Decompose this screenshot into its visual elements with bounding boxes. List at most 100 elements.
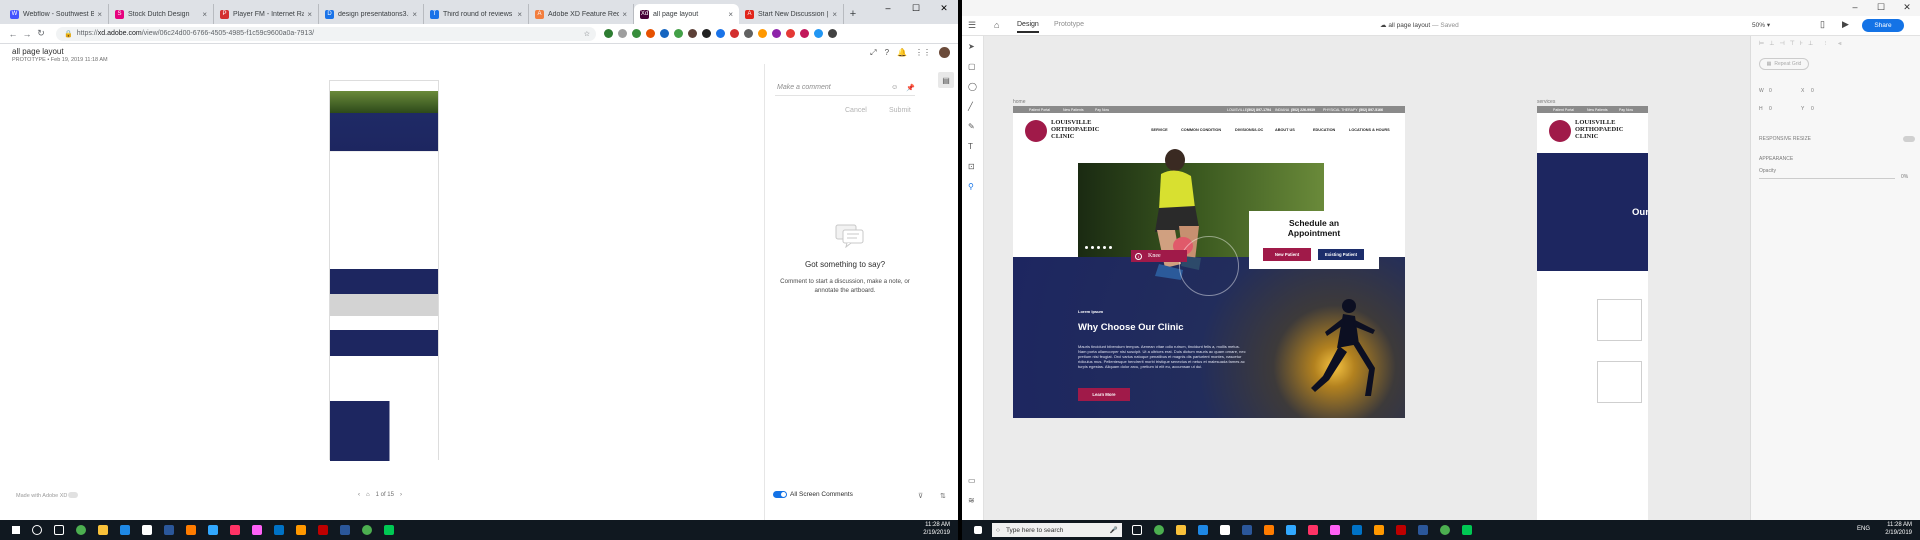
nav-item[interactable]: COMMON CONDITION (1181, 128, 1221, 132)
help-icon[interactable]: ? (885, 48, 889, 57)
filter-icon[interactable]: ⊽ (918, 492, 923, 500)
xd-icon[interactable] (1330, 525, 1340, 535)
chrome-icon[interactable] (1440, 525, 1450, 535)
artboard-label-home[interactable]: home (1013, 99, 1026, 105)
knee-tag[interactable]: i Knee (1131, 250, 1187, 262)
layers-icon[interactable]: ≋ (968, 496, 975, 505)
select-tool-icon[interactable]: ➤ (968, 42, 975, 51)
fullscreen-icon[interactable]: ⤢ (870, 48, 876, 58)
top-link[interactable]: New Patients (1063, 108, 1084, 112)
indesign-icon[interactable] (230, 525, 240, 535)
tab-close-icon[interactable]: × (307, 10, 312, 19)
url-input[interactable]: 🔒 https://xd.adobe.com/view/06c24d00-676… (56, 26, 596, 41)
chrome-icon[interactable] (1154, 525, 1164, 535)
file-explorer-icon[interactable] (1176, 525, 1186, 535)
zoom-level[interactable]: 50% ▾ (1752, 21, 1770, 29)
extension-icon[interactable] (702, 29, 711, 38)
all-screen-comments[interactable]: All Screen Comments (773, 491, 853, 498)
microphone-icon[interactable]: 🎤 (1110, 526, 1118, 534)
extension-icon[interactable] (604, 29, 613, 38)
repeat-grid-button[interactable]: ▦ Repeat Grid (1759, 58, 1809, 70)
tab-close-icon[interactable]: × (832, 10, 837, 19)
avatar[interactable] (939, 47, 950, 58)
artboard-services[interactable]: Patient Portal New Patients Pay Now LOUI… (1537, 106, 1648, 271)
browser-tab[interactable]: T Third round of reviews - Dr× (424, 4, 529, 24)
notification-bell-icon[interactable]: 🔔 (897, 48, 907, 57)
filezilla-icon[interactable] (1396, 525, 1406, 535)
responsive-resize-toggle[interactable] (1903, 136, 1915, 142)
opacity-value[interactable]: 0% (1901, 174, 1908, 180)
extension-icon[interactable] (660, 29, 669, 38)
outlook-icon[interactable] (1352, 525, 1362, 535)
outlook-icon[interactable] (274, 525, 284, 535)
word-icon[interactable] (164, 525, 174, 535)
nav-item[interactable]: ABOUT US (1275, 128, 1295, 132)
chrome-icon[interactable] (76, 525, 86, 535)
browser-tab[interactable]: Ddesign presentations3.pdf× (319, 4, 424, 24)
file-explorer-icon[interactable] (98, 525, 108, 535)
edge-icon[interactable] (1198, 525, 1208, 535)
all-screen-comments-toggle[interactable] (773, 491, 787, 498)
forward-icon[interactable]: → (20, 29, 34, 39)
artboard-home[interactable]: Patient Portal New Patients Pay Now LOUI… (1013, 106, 1405, 418)
extension-icon[interactable] (688, 29, 697, 38)
browser-tab[interactable]: Xd all page layout × (634, 4, 739, 24)
nav-item[interactable]: LOCATIONS & HOURS (1349, 128, 1390, 132)
browser-tab[interactable]: A Start New Discussion | Ado× (739, 4, 844, 24)
emoji-icon[interactable]: ☺ (891, 84, 898, 92)
top-link[interactable]: Patient Portal (1553, 108, 1574, 112)
share-button[interactable]: Share (1862, 19, 1904, 32)
tab-close-icon[interactable]: × (517, 10, 522, 19)
top-link[interactable]: New Patients (1587, 108, 1608, 112)
carousel-dots[interactable] (1085, 246, 1112, 249)
tab-close-icon[interactable]: × (202, 10, 207, 19)
tab-close-icon[interactable]: × (97, 10, 102, 19)
hamburger-menu-icon[interactable]: ☰ (968, 20, 976, 31)
word-icon[interactable] (340, 525, 350, 535)
top-link[interactable]: Pay Now (1095, 108, 1109, 112)
desktop-preview-icon[interactable]: ▶ (1842, 19, 1849, 30)
cancel-button[interactable]: Cancel (845, 107, 867, 114)
search-icon[interactable] (32, 525, 42, 535)
browser-tab[interactable]: A Adobe XD Feature Reques× (529, 4, 634, 24)
extension-icon[interactable] (618, 29, 627, 38)
home-icon[interactable]: ⌂ (994, 20, 999, 30)
browser-tab[interactable]: S Stock Dutch Design × (109, 4, 214, 24)
comment-input[interactable]: Make a comment ☺ 📌 (775, 80, 915, 96)
w-field[interactable]: 0 (1769, 88, 1772, 94)
submit-button[interactable]: Submit (889, 107, 911, 114)
design-canvas[interactable]: home services Patient Portal New Patient… (984, 36, 1750, 520)
browser-tab[interactable]: P Player FM - Internet Ra × (214, 4, 319, 24)
opacity-slider[interactable] (1759, 178, 1895, 179)
extension-icon[interactable] (730, 29, 739, 38)
back-icon[interactable]: ← (6, 29, 20, 39)
prev-icon[interactable]: ‹ (358, 492, 360, 498)
assets-icon[interactable]: ▭ (968, 476, 976, 485)
xd-icon[interactable] (252, 525, 262, 535)
nav-item[interactable]: DIVISIONS/LOC (1235, 128, 1263, 132)
extension-icon[interactable] (772, 29, 781, 38)
tab-close-icon[interactable]: × (412, 10, 417, 19)
extension-icon[interactable] (632, 29, 641, 38)
new-tab-button[interactable]: + (844, 4, 862, 24)
browser-tab[interactable]: W Webflow - Southwest Blind× (4, 4, 109, 24)
nav-item[interactable]: SERVICE (1151, 128, 1168, 132)
task-view-icon[interactable] (1132, 525, 1142, 535)
extension-icon[interactable] (814, 29, 823, 38)
pin-icon[interactable]: 📌 (906, 84, 915, 92)
windows-start-icon[interactable] (974, 526, 982, 534)
tab-prototype[interactable]: Prototype (1054, 21, 1084, 28)
pen-tool-icon[interactable]: ✎ (968, 122, 975, 131)
top-link[interactable]: Patient Portal (1029, 108, 1050, 112)
photoshop-icon[interactable] (1286, 525, 1296, 535)
maximize-button[interactable]: ☐ (1868, 0, 1894, 15)
zoom-tool-icon[interactable]: ⚲ (968, 182, 974, 191)
edge-icon[interactable] (120, 525, 130, 535)
top-link[interactable]: Pay Now (1619, 108, 1633, 112)
minimize-button[interactable]: – (1842, 0, 1868, 15)
close-button[interactable]: ✕ (1894, 0, 1920, 15)
word-icon[interactable] (1242, 525, 1252, 535)
task-view-icon[interactable] (54, 525, 64, 535)
new-patient-button[interactable]: New Patient (1263, 248, 1311, 261)
store-icon[interactable] (1220, 525, 1230, 535)
